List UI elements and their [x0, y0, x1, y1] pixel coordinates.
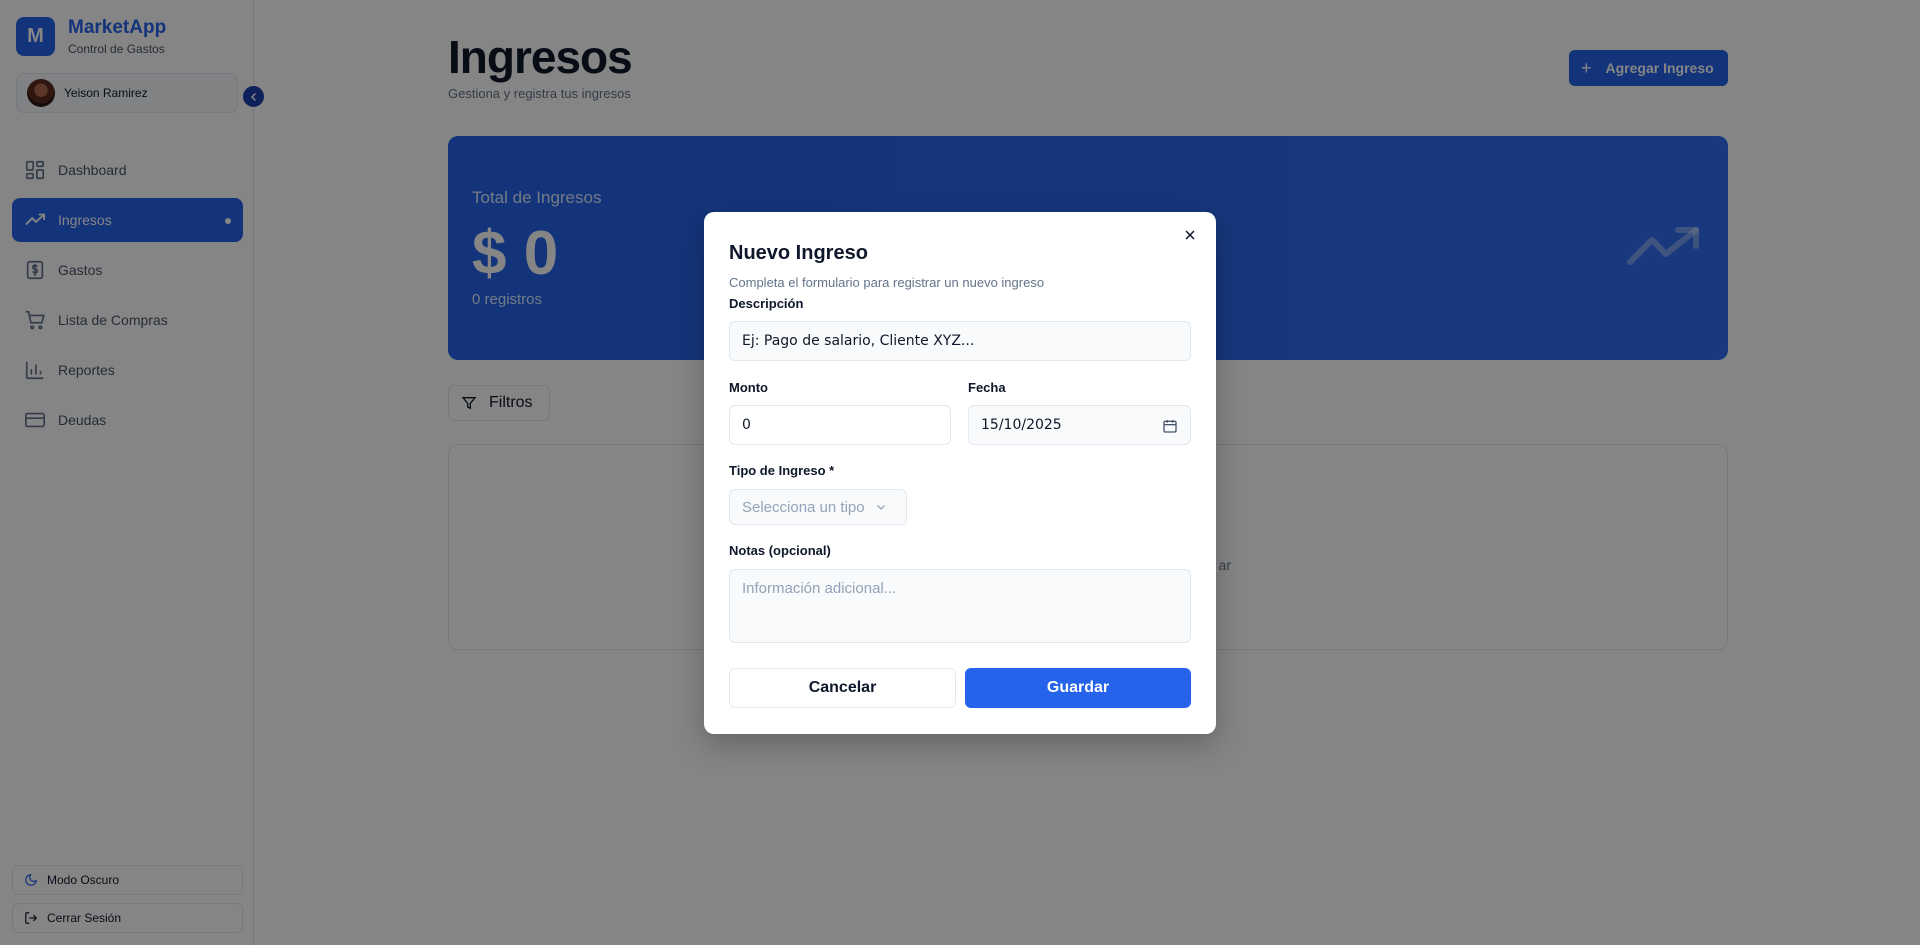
income-type-label: Tipo de Ingreso *: [729, 463, 835, 478]
dialog-subtitle: Completa el formulario para registrar un…: [729, 275, 1045, 290]
notes-placeholder: Información adicional...: [742, 580, 897, 597]
date-input[interactable]: 15/10/2025: [968, 405, 1191, 445]
amount-value: 0: [742, 417, 751, 433]
amount-label: Monto: [729, 380, 768, 395]
description-placeholder: Ej: Pago de salario, Cliente XYZ...: [742, 333, 975, 349]
dialog-title: Nuevo Ingreso: [729, 242, 868, 264]
cancel-button[interactable]: Cancelar: [729, 668, 956, 708]
new-income-dialog: Nuevo Ingreso Completa el formulario par…: [704, 212, 1216, 734]
date-value: 15/10/2025: [981, 417, 1062, 433]
income-type-placeholder: Selecciona un tipo: [742, 498, 865, 516]
calendar-icon[interactable]: [1162, 418, 1178, 434]
income-type-select[interactable]: Selecciona un tipo: [729, 489, 907, 525]
description-input[interactable]: Ej: Pago de salario, Cliente XYZ...: [729, 321, 1191, 361]
amount-input[interactable]: 0: [729, 405, 951, 445]
notes-label: Notas (opcional): [729, 543, 831, 558]
save-button[interactable]: Guardar: [965, 668, 1191, 708]
notes-textarea[interactable]: Información adicional...: [729, 569, 1191, 643]
date-label: Fecha: [968, 380, 1006, 395]
description-label: Descripción: [729, 296, 804, 311]
chevron-down-icon: [876, 505, 885, 510]
close-icon[interactable]: [1182, 227, 1198, 243]
